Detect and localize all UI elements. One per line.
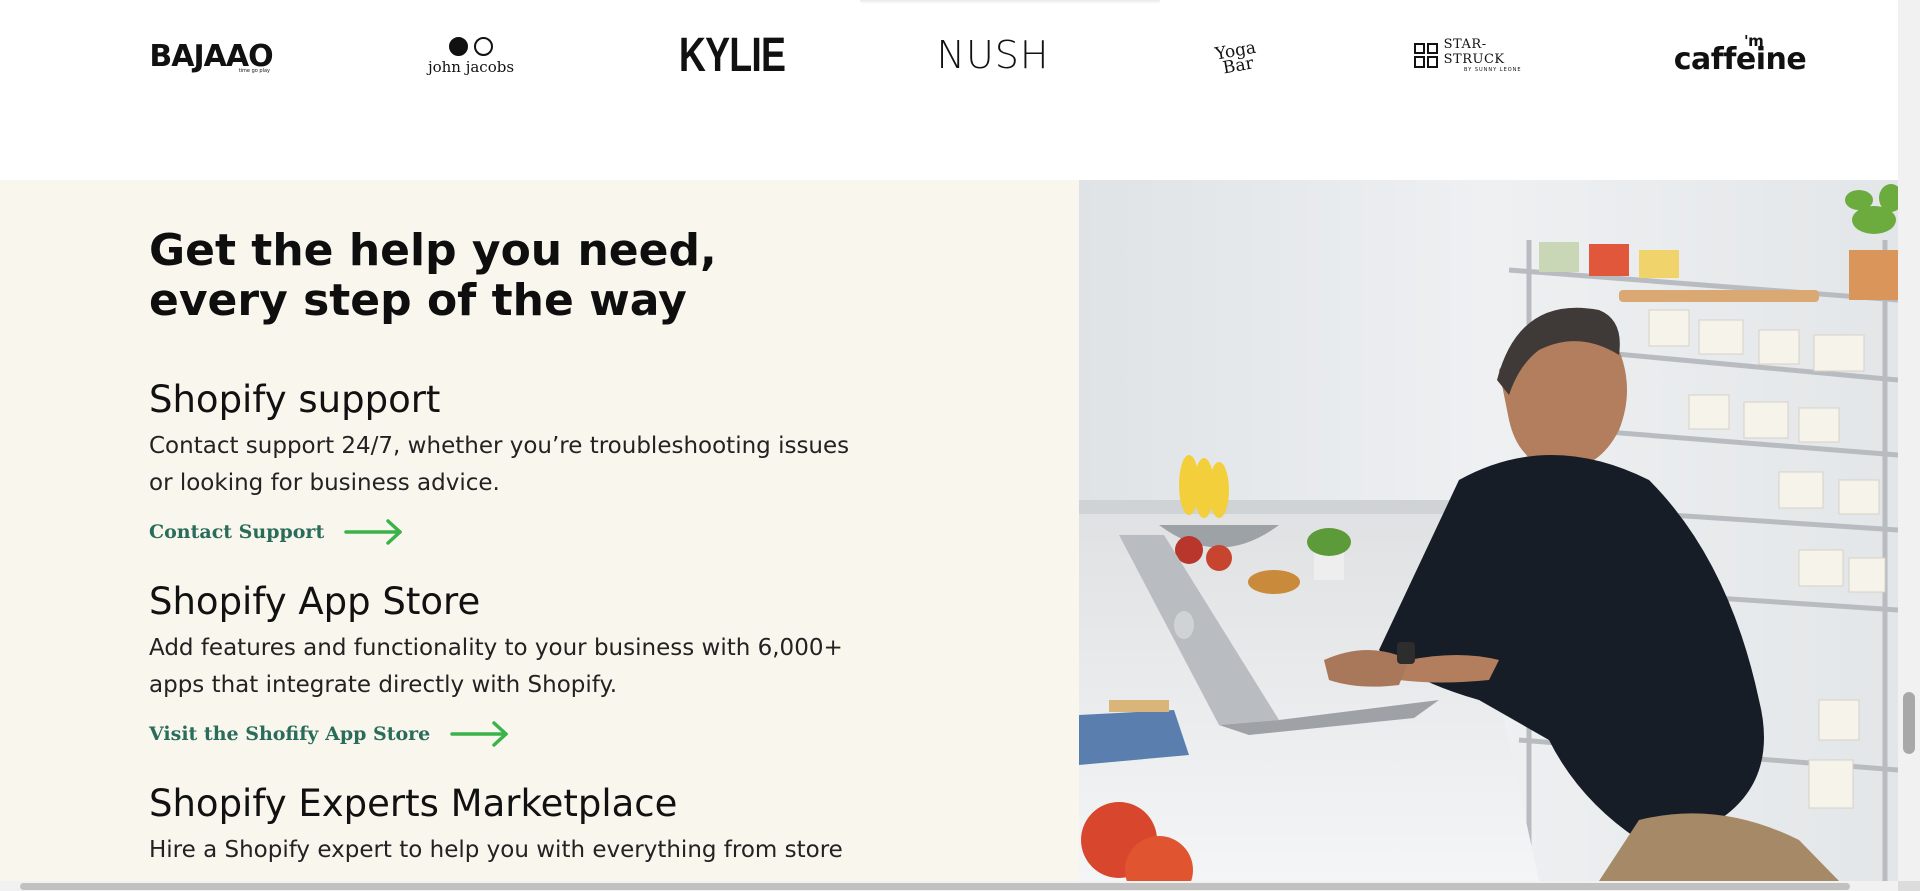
star-struck-mark-icon — [1414, 42, 1438, 68]
shopify-support-description: Contact support 24/7, whether you’re tro… — [149, 433, 850, 496]
brand-logo-strip: BAJAAO time go play john jacobs KYLIE NU… — [0, 0, 1898, 180]
nush-logo-text: NUSH — [936, 33, 1050, 77]
help-heading-line2: every step of the way — [149, 275, 687, 326]
contact-support-link[interactable]: Contact Support — [149, 518, 404, 546]
john-jacobs-dots-icon — [449, 36, 493, 56]
kylie-logo-text: KYLIE — [678, 28, 786, 82]
star-struck-logo: STAR-STRUCK BY SUNNY LEONE — [1414, 37, 1542, 73]
star-struck-logo-text: STAR-STRUCK — [1443, 37, 1505, 67]
shopify-experts-block: Shopify Experts Marketplace Hire a Shopi… — [149, 782, 869, 869]
visit-app-store-link-label: Visit the Shofify App Store — [149, 723, 431, 745]
bajaao-logo: BAJAAO time go play — [148, 36, 274, 76]
john-jacobs-logo-text: john jacobs — [427, 57, 515, 76]
horizontal-scrollbar[interactable] — [0, 881, 1920, 891]
kylie-logo: KYLIE — [679, 29, 786, 82]
header-shadow — [860, 0, 1160, 4]
vertical-scrollbar[interactable] — [1898, 0, 1920, 891]
nush-logo: NUSH — [928, 32, 1058, 78]
shopify-support-block: Shopify support Contact support 24/7, wh… — [149, 378, 869, 546]
john-jacobs-logo: john jacobs — [418, 30, 524, 82]
merchant-working-photo — [1079, 180, 1898, 881]
shopify-support-title: Shopify support — [149, 378, 441, 421]
help-heading: Get the help you need, every step of the… — [149, 226, 849, 326]
horizontal-scrollbar-thumb[interactable] — [20, 883, 1850, 890]
bajaao-logo-tagline: time go play — [238, 68, 270, 74]
star-struck-logo-subtext: BY SUNNY LEONE — [1464, 67, 1522, 73]
shopify-experts-title: Shopify Experts Marketplace — [149, 782, 678, 825]
help-heading-line1: Get the help you need, — [149, 225, 717, 276]
shopify-app-store-description: Add features and functionality to your b… — [149, 635, 843, 698]
yoga-bar-logo-line2: Bar — [1221, 53, 1256, 79]
arrow-right-icon — [450, 721, 509, 747]
contact-support-link-label: Contact Support — [149, 521, 325, 543]
arrow-right-icon — [344, 519, 402, 545]
shopify-app-store-block: Shopify App Store Add features and funct… — [149, 580, 869, 748]
shopify-app-store-title: Shopify App Store — [149, 580, 481, 623]
yoga-bar-logo: Yoga Bar — [1200, 29, 1274, 90]
mcaffeine-logo: 'm caffeine — [1674, 32, 1807, 84]
scrollbar-corner — [1898, 881, 1920, 891]
mcaffeine-logo-m: 'm — [1744, 32, 1764, 50]
mcaffeine-logo-text: caffeine — [1673, 41, 1807, 77]
shopify-experts-description: Hire a Shopify expert to help you with e… — [149, 837, 843, 863]
visit-app-store-link[interactable]: Visit the Shofify App Store — [149, 720, 510, 748]
help-section: Get the help you need, every step of the… — [0, 180, 1079, 891]
vertical-scrollbar-thumb[interactable] — [1903, 692, 1915, 754]
